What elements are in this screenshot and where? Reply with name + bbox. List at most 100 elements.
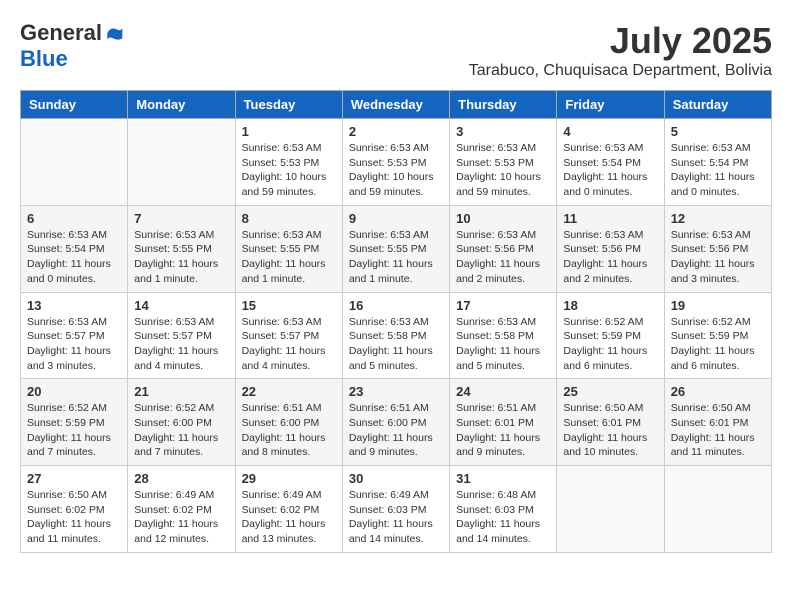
day-detail: Sunrise: 6:50 AMSunset: 6:01 PMDaylight:… (671, 401, 765, 460)
day-number: 28 (134, 471, 228, 486)
day-number: 5 (671, 124, 765, 139)
calendar-cell (21, 119, 128, 206)
day-detail: Sunrise: 6:52 AMSunset: 5:59 PMDaylight:… (671, 315, 765, 374)
column-header-sunday: Sunday (21, 91, 128, 119)
calendar-cell: 24 Sunrise: 6:51 AMSunset: 6:01 PMDayligh… (450, 379, 557, 466)
day-detail: Sunrise: 6:53 AMSunset: 5:55 PMDaylight:… (134, 228, 228, 287)
day-detail: Sunrise: 6:53 AMSunset: 5:56 PMDaylight:… (456, 228, 550, 287)
day-detail: Sunrise: 6:51 AMSunset: 6:01 PMDaylight:… (456, 401, 550, 460)
day-detail: Sunrise: 6:49 AMSunset: 6:02 PMDaylight:… (242, 488, 336, 547)
calendar-cell: 20Sunrise: 6:52 AMSunset: 5:59 PMDayligh… (21, 379, 128, 466)
day-number: 3 (456, 124, 550, 139)
day-number: 26 (671, 384, 765, 399)
day-detail: Sunrise: 6:53 AMSunset: 5:57 PMDaylight:… (27, 315, 121, 374)
column-header-thursday: Thursday (450, 91, 557, 119)
calendar-cell: 12Sunrise: 6:53 AMSunset: 5:56 PMDayligh… (664, 205, 771, 292)
logo: General Blue (20, 20, 124, 72)
logo-icon (104, 23, 124, 43)
calendar-week-row: 1 Sunrise: 6:53 AMSunset: 5:53 PMDaylight… (21, 119, 772, 206)
page-header: General Blue July 2025 Tarabuco, Chuquis… (20, 20, 772, 80)
day-number: 30 (349, 471, 443, 486)
column-header-saturday: Saturday (664, 91, 771, 119)
day-number: 23 (349, 384, 443, 399)
day-number: 15 (242, 298, 336, 313)
day-detail: Sunrise: 6:53 AMSunset: 5:56 PMDaylight:… (671, 228, 765, 287)
calendar-table: SundayMondayTuesdayWednesdayThursdayFrid… (20, 90, 772, 553)
calendar-cell: 10 Sunrise: 6:53 AMSunset: 5:56 PMDayligh… (450, 205, 557, 292)
calendar-cell: 13 Sunrise: 6:53 AMSunset: 5:57 PMDayligh… (21, 292, 128, 379)
day-number: 10 (456, 211, 550, 226)
day-number: 17 (456, 298, 550, 313)
day-detail: Sunrise: 6:53 AMSunset: 5:58 PMDaylight:… (456, 315, 550, 374)
day-number: 16 (349, 298, 443, 313)
calendar-cell: 29 Sunrise: 6:49 AMSunset: 6:02 PMDayligh… (235, 466, 342, 553)
day-detail: Sunrise: 6:52 AMSunset: 6:00 PMDaylight:… (134, 401, 228, 460)
column-header-tuesday: Tuesday (235, 91, 342, 119)
day-detail: Sunrise: 6:53 AMSunset: 5:55 PMDaylight:… (242, 228, 336, 287)
calendar-cell (557, 466, 664, 553)
day-detail: Sunrise: 6:49 AMSunset: 6:02 PMDaylight:… (134, 488, 228, 547)
day-number: 22 (242, 384, 336, 399)
day-detail: Sunrise: 6:50 AMSunset: 6:01 PMDaylight:… (563, 401, 657, 460)
calendar-cell: 16 Sunrise: 6:53 AMSunset: 5:58 PMDayligh… (342, 292, 449, 379)
calendar-cell: 19 Sunrise: 6:52 AMSunset: 5:59 PMDayligh… (664, 292, 771, 379)
day-detail: Sunrise: 6:53 AMSunset: 5:58 PMDaylight:… (349, 315, 443, 374)
calendar-cell: 28 Sunrise: 6:49 AMSunset: 6:02 PMDayligh… (128, 466, 235, 553)
day-detail: Sunrise: 6:53 AMSunset: 5:56 PMDaylight:… (563, 228, 657, 287)
day-number: 31 (456, 471, 550, 486)
day-number: 1 (242, 124, 336, 139)
calendar-cell: 1Sunrise: 6:53 AMSunset: 5:53 PMDaylight… (235, 119, 342, 206)
calendar-cell: 25 Sunrise: 6:50 AMSunset: 6:01 PMDayligh… (557, 379, 664, 466)
calendar-header-row: SundayMondayTuesdayWednesdayThursdayFrid… (21, 91, 772, 119)
day-number: 14 (134, 298, 228, 313)
calendar-cell: 2 Sunrise: 6:53 AMSunset: 5:53 PMDaylight… (342, 119, 449, 206)
calendar-cell: 5 Sunrise: 6:53 AMSunset: 5:54 PMDaylight… (664, 119, 771, 206)
day-number: 29 (242, 471, 336, 486)
day-detail: Sunrise: 6:53 AMSunset: 5:54 PMDaylight:… (563, 141, 657, 200)
calendar-cell: 15Sunrise: 6:53 AMSunset: 5:57 PMDayligh… (235, 292, 342, 379)
calendar-cell: 14 Sunrise: 6:53 AMSunset: 5:57 PMDayligh… (128, 292, 235, 379)
calendar-cell: 11Sunrise: 6:53 AMSunset: 5:56 PMDayligh… (557, 205, 664, 292)
calendar-cell: 30 Sunrise: 6:49 AMSunset: 6:03 PMDayligh… (342, 466, 449, 553)
calendar-week-row: 6Sunrise: 6:53 AMSunset: 5:54 PMDaylight… (21, 205, 772, 292)
day-detail: Sunrise: 6:48 AMSunset: 6:03 PMDaylight:… (456, 488, 550, 547)
calendar-cell: 17 Sunrise: 6:53 AMSunset: 5:58 PMDayligh… (450, 292, 557, 379)
day-detail: Sunrise: 6:53 AMSunset: 5:55 PMDaylight:… (349, 228, 443, 287)
day-detail: Sunrise: 6:53 AMSunset: 5:53 PMDaylight:… (456, 141, 550, 200)
title-block: July 2025 Tarabuco, Chuquisaca Departmen… (469, 20, 772, 80)
day-number: 6 (27, 211, 121, 226)
day-detail: Sunrise: 6:49 AMSunset: 6:03 PMDaylight:… (349, 488, 443, 547)
day-number: 13 (27, 298, 121, 313)
column-header-friday: Friday (557, 91, 664, 119)
day-number: 25 (563, 384, 657, 399)
day-detail: Sunrise: 6:51 AMSunset: 6:00 PMDaylight:… (349, 401, 443, 460)
calendar-cell: 8Sunrise: 6:53 AMSunset: 5:55 PMDaylight… (235, 205, 342, 292)
calendar-cell: 4 Sunrise: 6:53 AMSunset: 5:54 PMDaylight… (557, 119, 664, 206)
calendar-cell: 18Sunrise: 6:52 AMSunset: 5:59 PMDayligh… (557, 292, 664, 379)
calendar-week-row: 27Sunrise: 6:50 AMSunset: 6:02 PMDayligh… (21, 466, 772, 553)
calendar-cell: 22 Sunrise: 6:51 AMSunset: 6:00 PMDayligh… (235, 379, 342, 466)
day-detail: Sunrise: 6:53 AMSunset: 5:57 PMDaylight:… (134, 315, 228, 374)
calendar-week-row: 20Sunrise: 6:52 AMSunset: 5:59 PMDayligh… (21, 379, 772, 466)
calendar-week-row: 13 Sunrise: 6:53 AMSunset: 5:57 PMDayligh… (21, 292, 772, 379)
calendar-cell: 9 Sunrise: 6:53 AMSunset: 5:55 PMDaylight… (342, 205, 449, 292)
day-number: 2 (349, 124, 443, 139)
day-number: 9 (349, 211, 443, 226)
day-number: 19 (671, 298, 765, 313)
calendar-cell: 23 Sunrise: 6:51 AMSunset: 6:00 PMDayligh… (342, 379, 449, 466)
calendar-cell: 31 Sunrise: 6:48 AMSunset: 6:03 PMDayligh… (450, 466, 557, 553)
column-header-wednesday: Wednesday (342, 91, 449, 119)
month-year-title: July 2025 (469, 20, 772, 62)
day-number: 4 (563, 124, 657, 139)
day-number: 24 (456, 384, 550, 399)
calendar-cell: 21Sunrise: 6:52 AMSunset: 6:00 PMDayligh… (128, 379, 235, 466)
day-detail: Sunrise: 6:53 AMSunset: 5:53 PMDaylight:… (349, 141, 443, 200)
day-number: 18 (563, 298, 657, 313)
day-detail: Sunrise: 6:51 AMSunset: 6:00 PMDaylight:… (242, 401, 336, 460)
column-header-monday: Monday (128, 91, 235, 119)
day-detail: Sunrise: 6:53 AMSunset: 5:54 PMDaylight:… (671, 141, 765, 200)
calendar-cell: 6Sunrise: 6:53 AMSunset: 5:54 PMDaylight… (21, 205, 128, 292)
calendar-cell: 7Sunrise: 6:53 AMSunset: 5:55 PMDaylight… (128, 205, 235, 292)
calendar-cell (128, 119, 235, 206)
calendar-cell: 3 Sunrise: 6:53 AMSunset: 5:53 PMDaylight… (450, 119, 557, 206)
